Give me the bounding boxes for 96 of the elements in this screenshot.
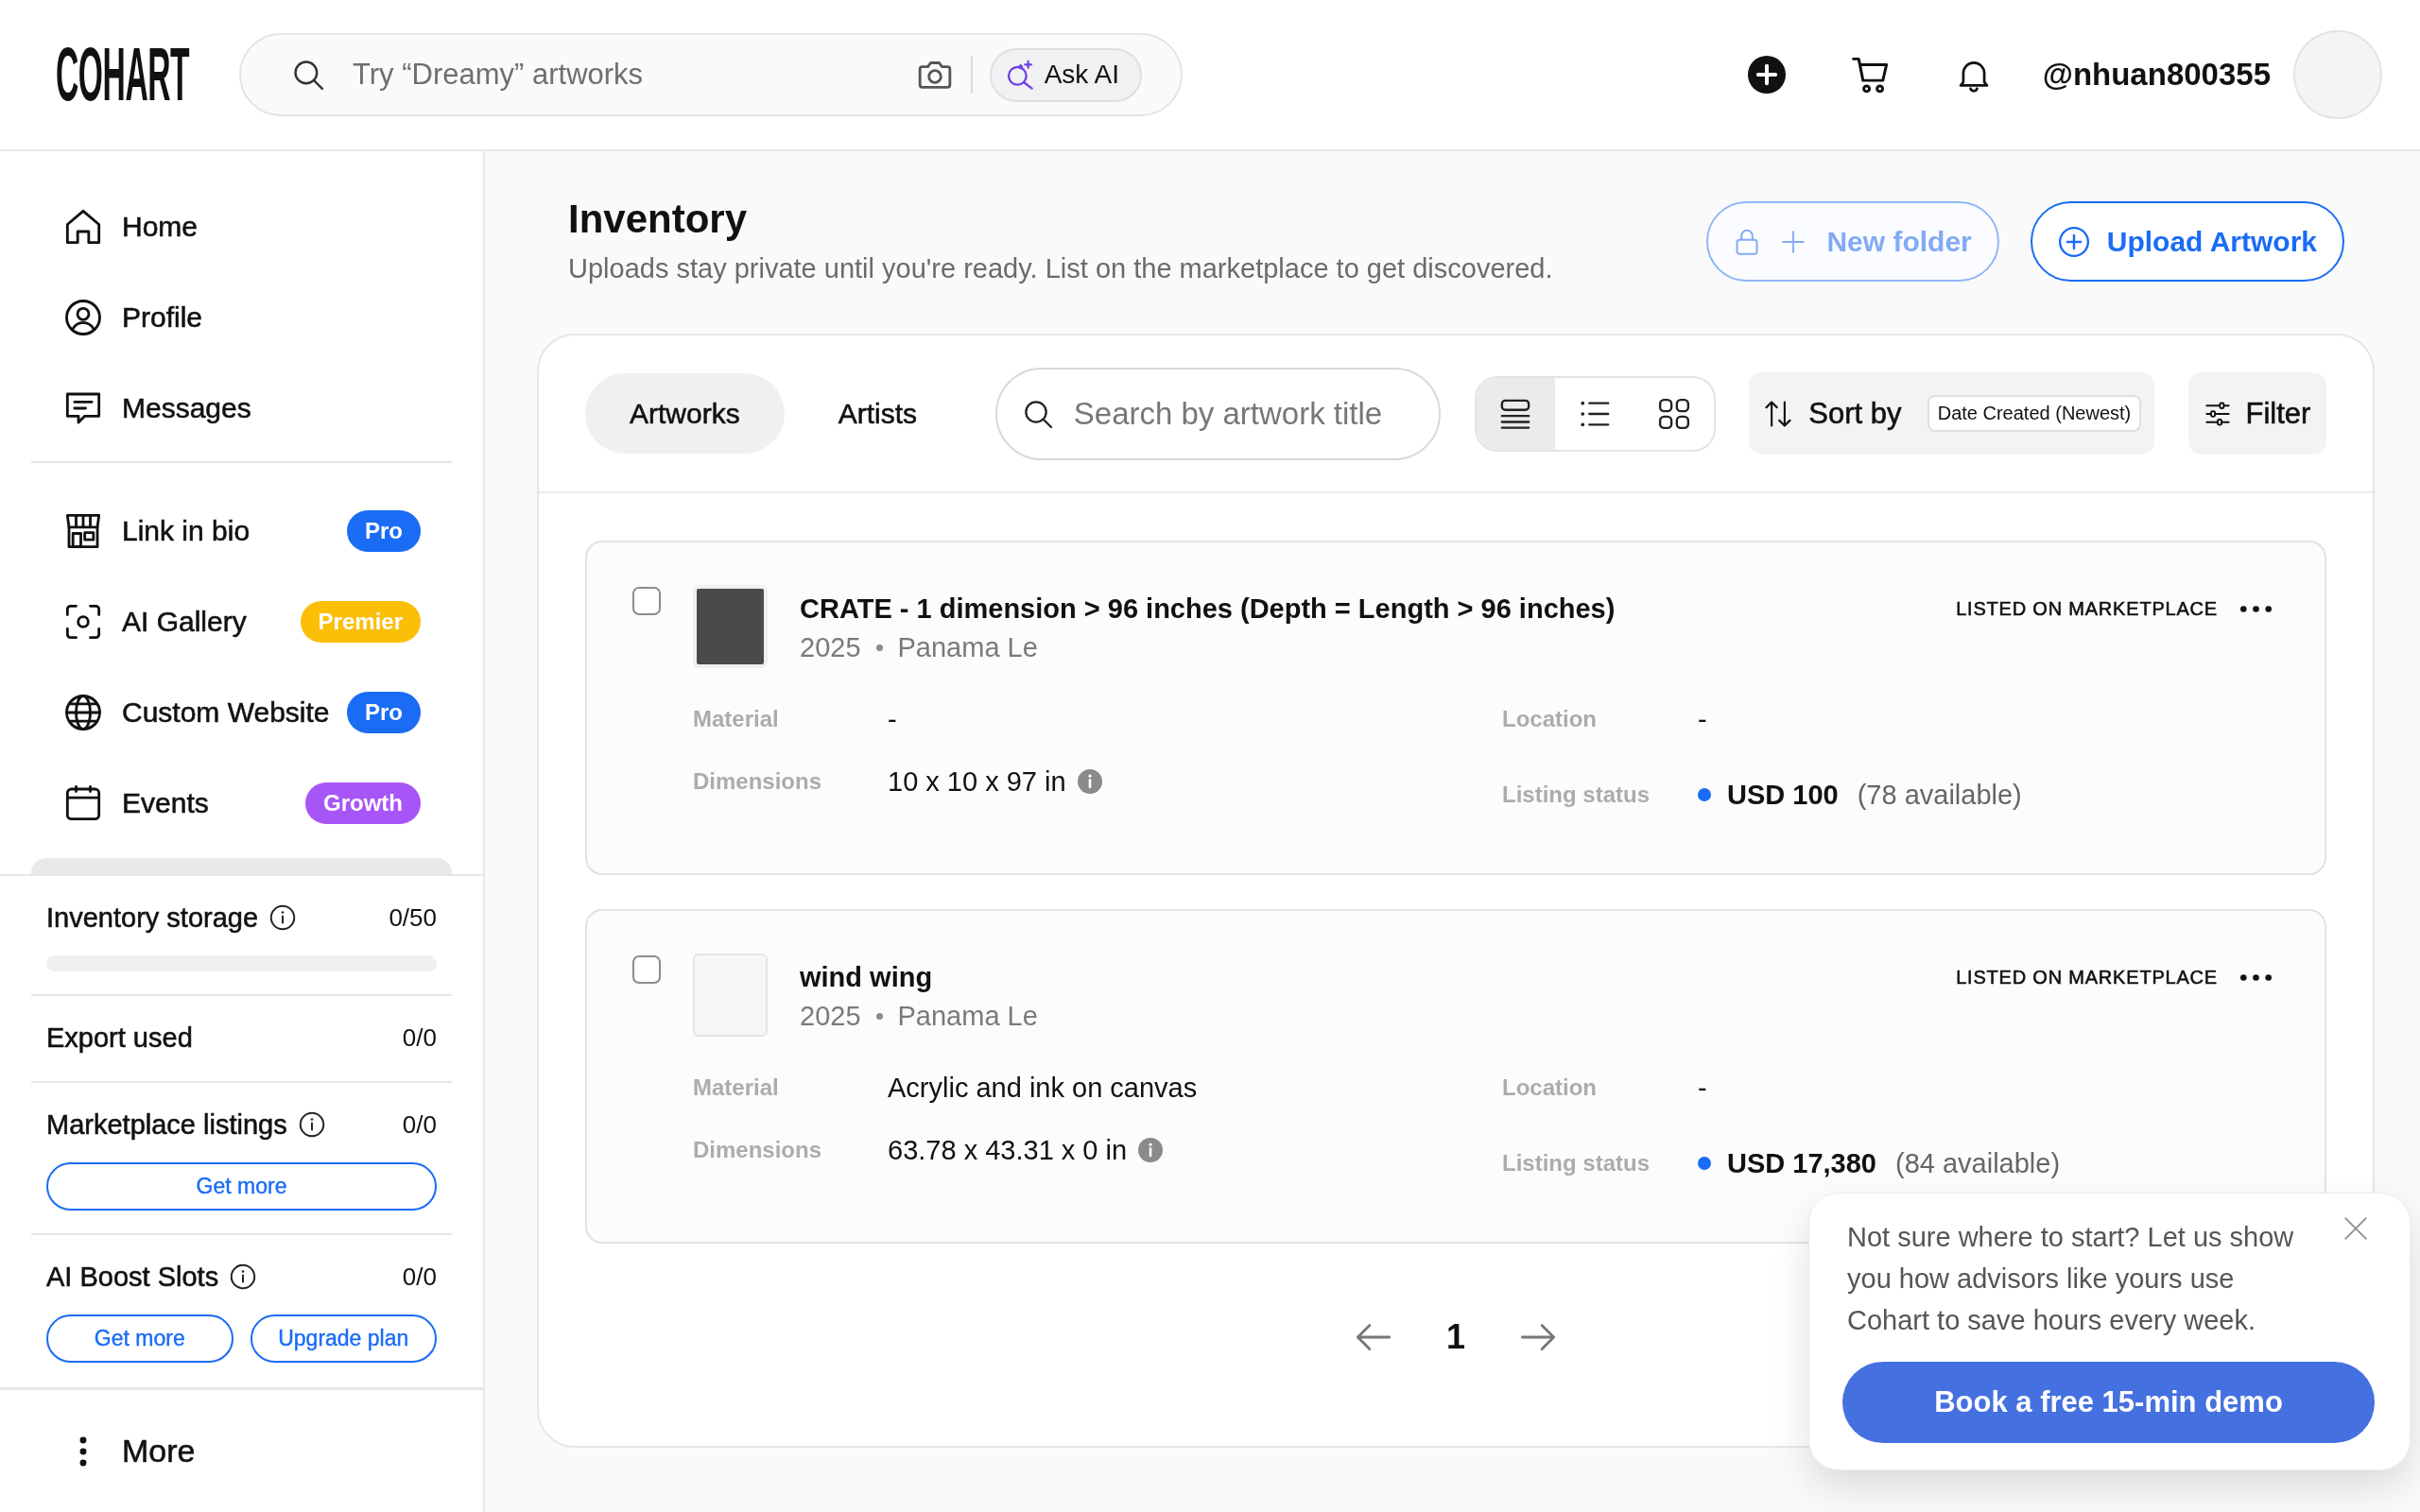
detail-label: Dimensions bbox=[693, 767, 823, 796]
plan-badge: Growth bbox=[305, 782, 421, 824]
detail-label: Listing status bbox=[1502, 1149, 1651, 1177]
nav-link[interactable]: Messages bbox=[122, 392, 251, 424]
filter-button[interactable]: Filter bbox=[2187, 372, 2326, 455]
globe-icon bbox=[64, 694, 102, 731]
nav-link[interactable]: Events bbox=[122, 787, 209, 819]
search-icon bbox=[1022, 398, 1053, 429]
storefront-icon bbox=[64, 512, 102, 550]
search-icon bbox=[292, 59, 324, 91]
close-icon[interactable] bbox=[2343, 1216, 2368, 1241]
detail-value: Acrylic and ink on canvas bbox=[888, 1072, 1198, 1105]
plan-badge: Premier bbox=[300, 601, 421, 643]
artist-name: Panama Le bbox=[897, 631, 1038, 664]
upgrade-plan-button[interactable]: Upgrade plan bbox=[250, 1314, 437, 1363]
plan-badge: Pro bbox=[347, 510, 421, 552]
upload-artwork-button[interactable]: Upload Artwork bbox=[2030, 201, 2344, 282]
detail-value: 63.78 x 43.31 x 0 in bbox=[888, 1134, 1128, 1167]
search-bar[interactable]: Try “Dreamy” artworks Ask AI bbox=[239, 33, 1183, 116]
up-down-arrows-icon bbox=[1764, 399, 1793, 428]
nav-link[interactable]: AI Gallery bbox=[122, 606, 247, 638]
nav-link[interactable]: Link in bio bbox=[122, 515, 251, 547]
page-subtitle: Uploads stay private until you're ready. List on the marketplace to get discovered. bbox=[568, 252, 1553, 285]
listing-price: USD 100 bbox=[1727, 779, 1839, 812]
detail-value: - bbox=[1698, 1072, 1707, 1105]
detail-label: Dimensions bbox=[693, 1136, 823, 1164]
nav-link[interactable]: Custom Website bbox=[122, 696, 330, 729]
usage-label: Export used bbox=[46, 1022, 193, 1054]
get-more-button[interactable]: Get more bbox=[46, 1314, 233, 1363]
usage-label: AI Boost Slots bbox=[46, 1261, 219, 1293]
availability-count: (84 available) bbox=[1895, 1147, 2061, 1180]
cart-icon[interactable] bbox=[1850, 55, 1891, 94]
checkbox[interactable] bbox=[632, 587, 661, 615]
more-link[interactable]: More bbox=[122, 1433, 196, 1469]
grid-icon bbox=[1657, 397, 1690, 430]
status-label: LISTED ON MARKETPLACE bbox=[1956, 597, 2218, 620]
usage-count: 0/0 bbox=[402, 1022, 437, 1053]
info-icon[interactable] bbox=[269, 904, 297, 931]
horizontal-dots-icon[interactable] bbox=[2240, 605, 2272, 612]
detail-value: - bbox=[1698, 703, 1707, 736]
page-title: Inventory bbox=[568, 196, 749, 243]
sort-label: Sort by bbox=[1808, 396, 1902, 431]
search-input[interactable]: Search by artwork title bbox=[1073, 392, 1418, 435]
artwork-title[interactable]: wind wing bbox=[800, 958, 1038, 996]
house-icon bbox=[64, 208, 102, 246]
book-demo-button[interactable]: Book a free 15-min demo bbox=[1842, 1362, 2375, 1443]
compact-view-button[interactable] bbox=[1476, 377, 1556, 450]
detail-label: Location bbox=[1502, 1074, 1598, 1102]
artwork-year: 2025 bbox=[800, 1000, 861, 1033]
sort-button[interactable]: Sort by Date Created (Newest) bbox=[1749, 372, 2155, 455]
listing-price: USD 17,380 bbox=[1727, 1147, 1876, 1180]
artwork-title[interactable]: CRATE - 1 dimension > 96 inches (Depth = Length > 96 inches) bbox=[800, 590, 1616, 627]
ask-ai-button[interactable]: Ask AI bbox=[989, 47, 1142, 102]
separator-dot-icon bbox=[875, 644, 883, 651]
get-more-button[interactable]: Get more bbox=[46, 1162, 437, 1211]
nav-link[interactable]: Home bbox=[122, 211, 199, 243]
checkbox[interactable] bbox=[632, 955, 661, 984]
plus-circle-icon bbox=[2057, 225, 2090, 258]
info-icon[interactable] bbox=[230, 1263, 257, 1290]
status-label: LISTED ON MARKETPLACE bbox=[1956, 966, 2218, 988]
detail-label: Material bbox=[693, 1074, 780, 1102]
search-field[interactable]: Search by artwork title bbox=[994, 367, 1441, 460]
usage-label: Marketplace listings bbox=[46, 1108, 287, 1141]
search-input[interactable]: Try “Dreamy” artworks bbox=[353, 54, 916, 95]
usage-label: Inventory storage bbox=[46, 902, 259, 934]
plus-circle-icon[interactable] bbox=[1747, 56, 1786, 94]
detail-label: Material bbox=[693, 705, 780, 733]
detail-label: Location bbox=[1502, 705, 1598, 733]
plus-icon bbox=[1781, 229, 1806, 254]
tab[interactable]: Artists bbox=[793, 373, 962, 454]
detail-value: - bbox=[888, 703, 897, 736]
tab[interactable]: Artworks bbox=[585, 373, 785, 454]
separator-dot-icon bbox=[875, 1012, 883, 1020]
nav-link[interactable]: Profile bbox=[122, 301, 203, 334]
username[interactable]: @nhuan800355 bbox=[2042, 57, 2271, 93]
detail-value: 10 x 10 x 97 in bbox=[888, 765, 1066, 799]
plan-badge: Pro bbox=[347, 692, 421, 733]
person-circle-icon bbox=[64, 299, 102, 336]
usage-count: 0/0 bbox=[402, 1109, 437, 1140]
artist-name: Panama Le bbox=[897, 1000, 1038, 1033]
detail-label: Listing status bbox=[1502, 781, 1651, 809]
page-number[interactable]: 1 bbox=[1446, 1316, 1465, 1358]
sort-value[interactable]: Date Created (Newest) bbox=[1927, 395, 2142, 432]
info-icon[interactable] bbox=[298, 1111, 325, 1138]
usage-count: 0/50 bbox=[389, 902, 437, 933]
availability-count: (78 available) bbox=[1857, 779, 2022, 812]
logo[interactable]: COHART bbox=[56, 45, 190, 104]
artwork-year: 2025 bbox=[800, 631, 861, 664]
rows-icon bbox=[1499, 397, 1532, 430]
vertical-dots-icon[interactable] bbox=[79, 1435, 87, 1467]
horizontal-dots-icon[interactable] bbox=[2240, 973, 2272, 981]
calendar-icon bbox=[64, 784, 102, 822]
popup-message: Not sure where to start? Let us show you how advisors like yours use Cohart to save hours every week. bbox=[1846, 1221, 2295, 1337]
sliders-icon bbox=[2204, 400, 2231, 427]
scan-frame-icon bbox=[64, 603, 102, 641]
usage-count: 0/0 bbox=[402, 1262, 437, 1292]
